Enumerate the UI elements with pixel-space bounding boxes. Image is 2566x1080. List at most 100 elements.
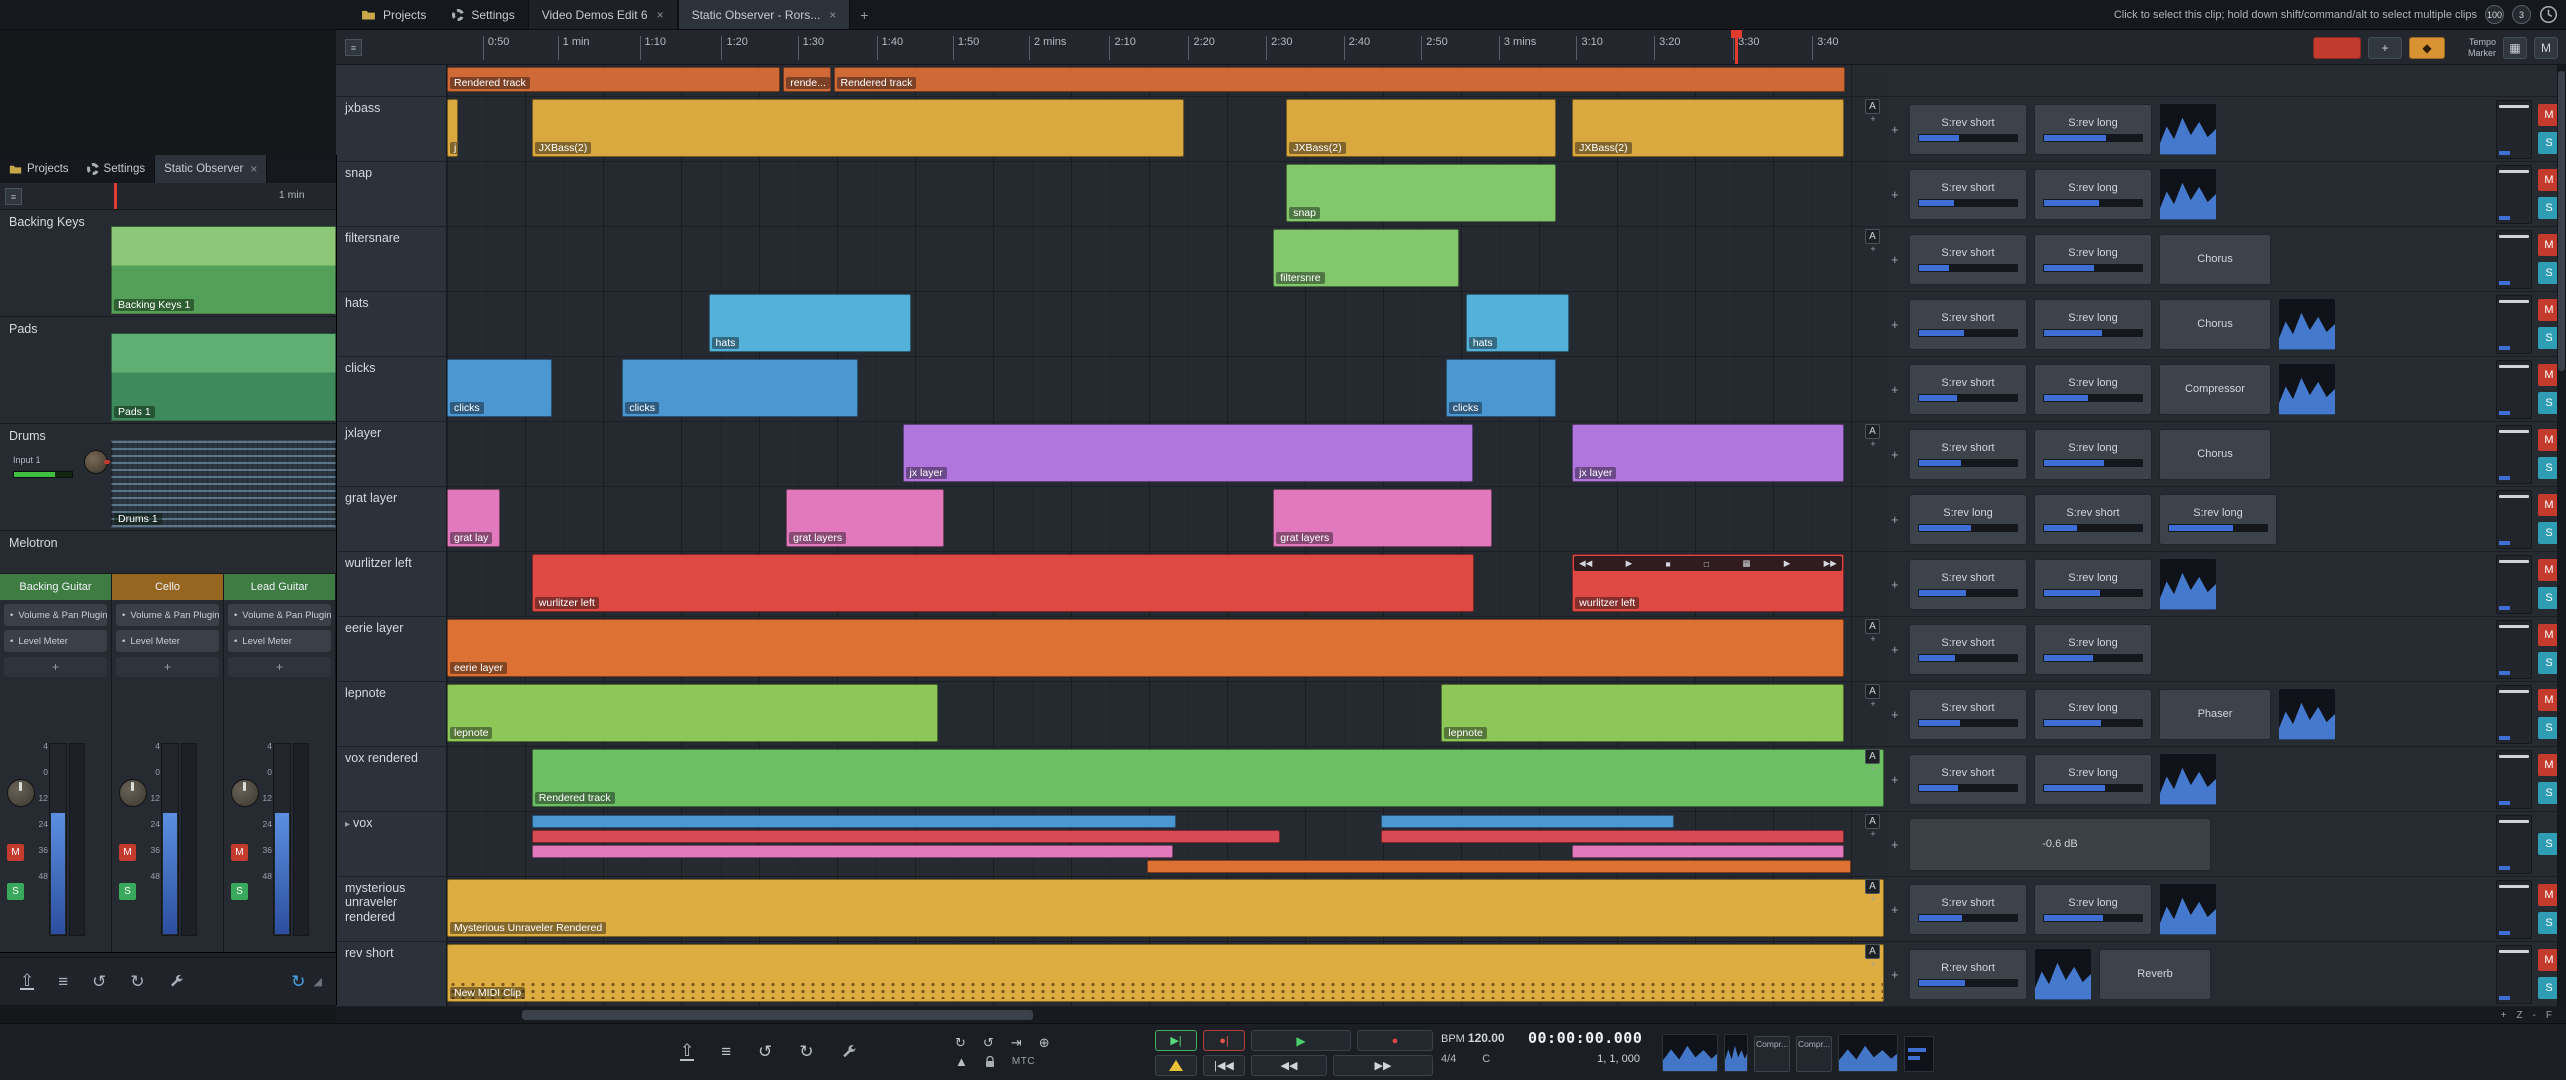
volume-fader[interactable] [49, 743, 68, 936]
add-plugin-icon[interactable]: + [1891, 252, 1902, 267]
clip[interactable] [1381, 830, 1844, 843]
clip[interactable]: wurlitzer left◀◀▶■□▦▶▶▶ [1572, 554, 1844, 612]
wrench-icon[interactable] [169, 974, 184, 989]
plugin-slot[interactable]: Phaser [2159, 689, 2271, 740]
plugin-slot[interactable]: S:rev long [2034, 234, 2152, 285]
document-tab[interactable]: Static Observer × [154, 155, 267, 183]
plugin-slot[interactable]: Compressor [2159, 364, 2271, 415]
clip[interactable]: hats [709, 294, 912, 352]
mute-button[interactable]: M [231, 844, 248, 861]
horizontal-scrollbar[interactable] [336, 1007, 1884, 1023]
clip[interactable]: rende... [783, 67, 830, 92]
menu-icon[interactable]: ≡ [58, 972, 68, 992]
pan-knob[interactable] [119, 779, 147, 807]
add-plugin-icon[interactable]: + [1891, 707, 1902, 722]
clip[interactable]: eerie layer [447, 619, 1844, 677]
fast-forward-button[interactable]: ▶▶ [1333, 1055, 1433, 1076]
add-plugin-icon[interactable]: + [1891, 122, 1902, 137]
plugin-slot[interactable]: S:rev short [1909, 559, 2027, 610]
redo-icon[interactable]: ↻ [799, 1042, 813, 1062]
clip-toolbar-icon[interactable]: ▶ [1626, 558, 1633, 569]
plugin-slot[interactable]: S:rev short [1909, 754, 2027, 805]
solo-button[interactable]: S [231, 883, 248, 900]
settings-menu[interactable]: Settings [78, 155, 155, 183]
plugin-slot[interactable]: S:rev short [1909, 169, 2027, 220]
track-row[interactable]: Melotron [0, 531, 336, 574]
bpm-value[interactable]: 120.00 [1468, 1031, 1505, 1045]
loop-icon[interactable]: ↻ [955, 1035, 966, 1051]
projects-menu[interactable]: Projects [348, 0, 439, 29]
clip[interactable]: Drums 1 [111, 440, 336, 528]
clip-toolbar[interactable]: ◀◀▶■□▦▶▶▶ [1574, 556, 1842, 571]
lock-icon[interactable] [985, 1056, 995, 1068]
new-tab-button[interactable]: + [850, 7, 878, 23]
volume-fader[interactable] [2496, 620, 2532, 679]
sync-icon[interactable]: ↺ [983, 1035, 994, 1051]
add-plugin-icon[interactable]: + [1891, 317, 1902, 332]
record-button[interactable]: ● [1357, 1030, 1433, 1051]
add-automation-icon[interactable]: + [1865, 829, 1881, 841]
add-automation-icon[interactable]: + [1865, 634, 1881, 646]
clip[interactable]: jx layer [1572, 424, 1844, 482]
track-header[interactable]: wurlitzer left [336, 552, 447, 617]
clip[interactable]: New MIDI Clip [447, 944, 1884, 1002]
volume-fader[interactable] [2496, 360, 2532, 419]
plugin-row[interactable]: •Level Meter [228, 630, 331, 652]
volume-fader[interactable] [2496, 100, 2532, 159]
clip[interactable]: JXBass(2) [1286, 99, 1556, 157]
track-lane[interactable]: Rendered trackA+ [447, 747, 1884, 812]
sync-icon[interactable]: ↻ [291, 972, 305, 992]
clip[interactable]: j [447, 99, 458, 157]
add-automation-icon[interactable]: + [1865, 439, 1881, 451]
clip-toolbar-icon[interactable]: □ [1704, 559, 1709, 569]
track-lane[interactable]: eerie layerA+ [447, 617, 1884, 682]
document-tab[interactable]: Static Observer - Rors...× [678, 0, 851, 29]
track-lane[interactable]: A+ [447, 812, 1884, 877]
punch-icon[interactable]: ⇥ [1011, 1035, 1022, 1051]
volume-fader[interactable] [2496, 230, 2532, 289]
add-plugin-button[interactable]: + [228, 657, 331, 677]
plugin-slot[interactable]: S:rev long [2034, 754, 2152, 805]
tempo-section[interactable]: BPM 120.00 4/4 C [1441, 1031, 1505, 1065]
add-automation-icon[interactable]: + [1865, 764, 1881, 776]
record-punch-button[interactable]: ●| [1203, 1030, 1245, 1051]
track-lane[interactable]: jJXBass(2)JXBass(2)JXBass(2)A+ [447, 97, 1884, 162]
mixer-strip-header[interactable]: Lead Guitar [224, 574, 335, 600]
track-header[interactable]: filtersnare [336, 227, 447, 292]
level-display[interactable] [2159, 168, 2217, 221]
rewind-button[interactable]: ◀◀ [1251, 1055, 1327, 1076]
track-lane[interactable]: filtersnreA+ [447, 227, 1884, 292]
add-plugin-icon[interactable]: + [1891, 187, 1902, 202]
add-automation-icon[interactable]: + [1865, 959, 1881, 971]
timeline-ruler[interactable]: ≡ 0:501 min1:101:201:301:401:502 mins2:1… [336, 30, 2566, 65]
ruler-options-icon[interactable]: ≡ [5, 188, 22, 205]
volume-fader[interactable] [2496, 490, 2532, 549]
automation-badge[interactable]: A [1865, 879, 1880, 894]
level-display[interactable] [2034, 948, 2092, 1001]
clip[interactable]: clicks [622, 359, 858, 417]
gain-panel[interactable]: -0.6 dB [1909, 818, 2211, 871]
track-header[interactable]: snap [336, 162, 447, 227]
close-tab-icon[interactable]: × [250, 162, 257, 176]
plugin-slot[interactable]: S:rev short [2034, 494, 2152, 545]
web-icon[interactable]: ⊕ [1039, 1035, 1050, 1051]
zoom-button[interactable]: + [2501, 1010, 2507, 1021]
plugin-row[interactable]: •Level Meter [116, 630, 219, 652]
volume-fader[interactable] [2496, 425, 2532, 484]
clip[interactable] [1147, 860, 1851, 873]
track-lane[interactable]: hatshats [447, 292, 1884, 357]
track-row[interactable]: DrumsInput 1Drums 1 [0, 424, 336, 531]
plugin-row[interactable]: •Volume & Pan Plugin [116, 604, 219, 626]
track-header[interactable]: grat layer [336, 487, 447, 552]
track-lane[interactable]: Mysterious Unraveler RenderedA+ [447, 877, 1884, 942]
automation-badge[interactable]: A [1865, 229, 1880, 244]
add-automation-icon[interactable]: + [1865, 244, 1881, 256]
undo-icon[interactable]: ↺ [92, 972, 106, 992]
plugin-slot[interactable]: S:rev long [2034, 559, 2152, 610]
track-header[interactable]: lepnote [336, 682, 447, 747]
volume-fader[interactable] [2496, 165, 2532, 224]
level-display[interactable] [2278, 298, 2336, 351]
add-plugin-icon[interactable]: + [1891, 902, 1902, 917]
track-row[interactable]: PadsPads 1 [0, 317, 336, 424]
automation-badge[interactable]: A [1865, 944, 1880, 959]
